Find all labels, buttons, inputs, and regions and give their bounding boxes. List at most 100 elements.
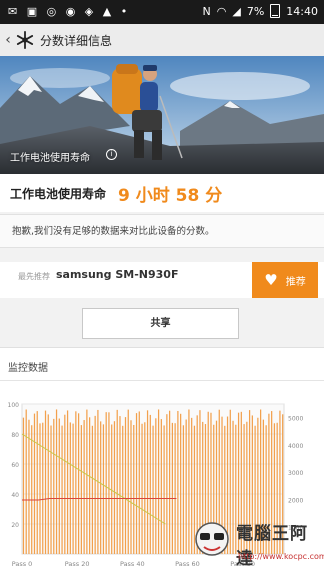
bar: [53, 418, 55, 554]
bar: [75, 411, 77, 554]
bar: [240, 411, 242, 554]
bar: [50, 425, 52, 554]
bar: [58, 418, 60, 554]
bar: [94, 415, 96, 554]
left-tick-label: 100: [8, 402, 20, 409]
bar: [55, 409, 58, 554]
right-tick-label: 4000: [288, 443, 303, 450]
bar: [89, 417, 91, 554]
x-tick-label: Pass 20: [65, 560, 90, 568]
snowflake-icon[interactable]: [16, 31, 34, 49]
bar: [279, 410, 281, 554]
bar: [66, 410, 69, 554]
bar: [232, 420, 234, 554]
bar: [196, 415, 198, 554]
x-tick-label: Pass 60: [175, 560, 200, 568]
recommend-button[interactable]: ♥ 推荐: [252, 262, 318, 298]
left-tick-label: 40: [11, 492, 19, 499]
bar: [221, 416, 223, 554]
bar: [199, 410, 201, 554]
bar: [80, 425, 82, 554]
monitoring-section: 监控数据 100 80 60 40 20 5000 4000 3000 2000 1000 Pass…: [0, 347, 324, 572]
hero-caption: 工作电池使用寿命: [10, 153, 90, 164]
bar: [61, 425, 63, 554]
signal-icon: ◢: [232, 4, 241, 18]
bar: [100, 421, 102, 554]
recommend-button-label: 推荐: [285, 276, 306, 288]
right-tick-label: 3000: [288, 470, 303, 477]
bar: [33, 413, 36, 554]
bar: [251, 415, 253, 554]
bar: [204, 424, 207, 554]
battery-percent: 7%: [246, 4, 265, 18]
bar: [28, 419, 30, 554]
bar: [229, 409, 231, 554]
bar: [188, 409, 190, 554]
bar: [64, 414, 66, 554]
app-bar: ‹ 分数详细信息: [0, 24, 324, 57]
chevron-left-icon[interactable]: ‹: [2, 32, 14, 48]
bar: [166, 414, 168, 554]
bar: [111, 424, 113, 554]
bar: [191, 417, 193, 554]
bar: [182, 425, 185, 554]
bar: [155, 418, 157, 554]
bar: [235, 424, 237, 554]
bar: [210, 412, 212, 554]
bar: [282, 414, 284, 554]
bar: [226, 416, 229, 554]
bar: [215, 420, 218, 554]
heart-icon: ♥: [264, 271, 278, 289]
bar: [86, 409, 88, 554]
bar: [116, 409, 118, 554]
bar: [130, 420, 132, 554]
share-button[interactable]: 共享: [82, 308, 239, 339]
page-title: 分数详细信息: [40, 33, 113, 48]
bar: [25, 409, 27, 554]
bar: [36, 411, 38, 554]
bar: [163, 425, 165, 554]
bar: [157, 409, 160, 554]
bar: [174, 423, 176, 554]
score-label: 工作电池使用寿命: [10, 186, 107, 201]
bar: [171, 422, 173, 554]
bar: [141, 423, 143, 554]
score-value: 9 小时 58 分: [118, 185, 223, 206]
insufficient-data-notice: 抱歉,我们没有足够的数据来对比此设备的分数。: [0, 214, 324, 248]
bar: [31, 425, 33, 554]
bar: [248, 410, 251, 554]
bar: [102, 424, 105, 554]
bar: [224, 425, 226, 554]
bar: [265, 425, 267, 554]
left-tick-label: 20: [11, 522, 19, 529]
bar: [83, 420, 85, 554]
bar: [119, 416, 121, 554]
device-name: samsung SM-N930F: [56, 268, 179, 281]
bar: [72, 423, 74, 554]
bar: [185, 419, 187, 554]
bar: [44, 410, 47, 554]
bar: [202, 421, 204, 554]
bar: [268, 413, 270, 554]
bar: [149, 414, 151, 554]
bar: [207, 411, 209, 554]
monitoring-title: 监控数据: [8, 363, 48, 374]
bar: [77, 413, 80, 554]
hero-image: 工作电池使用寿命 i: [0, 56, 324, 174]
bar: [237, 412, 240, 554]
bar: [105, 412, 107, 554]
divider: [0, 380, 324, 381]
bar: [69, 422, 71, 554]
status-bar: ✉ ▣ ◎ ◉ ◈ ▲ • N ◠ ◢ 7% 14:40: [0, 0, 324, 24]
bar: [257, 417, 259, 554]
bar: [146, 410, 149, 554]
right-tick-label: 5000: [288, 416, 303, 423]
recommend-prefix: 最先推荐: [18, 272, 50, 281]
x-tick-label: Pass 80: [230, 560, 255, 568]
info-icon[interactable]: i: [106, 149, 117, 160]
bar: [144, 422, 146, 554]
bar: [260, 409, 262, 554]
bar: [254, 425, 256, 554]
battery-icon: [270, 4, 281, 18]
bar: [276, 422, 278, 554]
